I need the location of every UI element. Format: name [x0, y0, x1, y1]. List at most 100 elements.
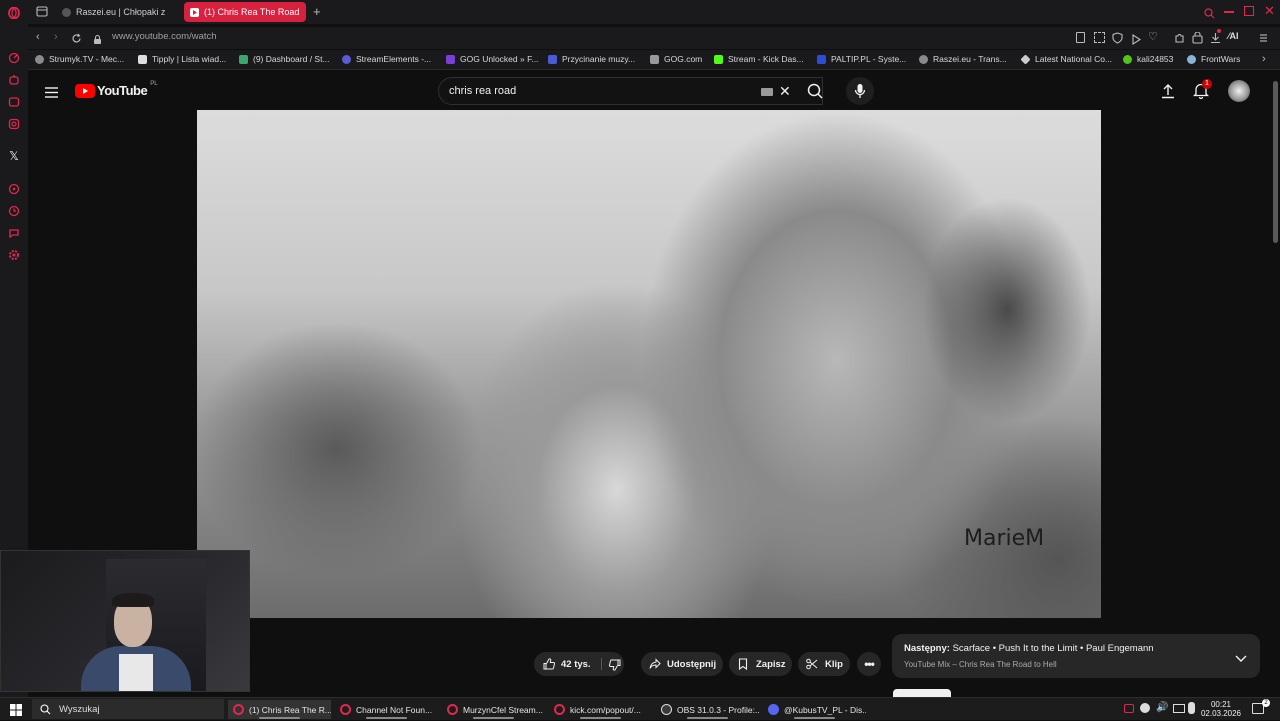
taskbar-item-opera-kick[interactable]: kick.com/popout/...	[549, 700, 652, 719]
save-button[interactable]: Zapisz	[729, 652, 792, 676]
easy-setup-icon[interactable]	[1258, 31, 1269, 49]
extensions-icon[interactable]	[1174, 31, 1185, 49]
aria-icon[interactable]	[7, 73, 21, 87]
minimize-icon[interactable]	[1224, 11, 1234, 13]
webcam-person-hair	[112, 593, 154, 607]
discord-icon	[768, 704, 779, 715]
bookmark-item[interactable]: PALTIP.PL - Syste...	[817, 54, 906, 64]
notifications-bell-icon[interactable]: 1	[1192, 79, 1212, 104]
bookmark-item[interactable]: Stream - Kick Das...	[714, 54, 804, 64]
reload-icon[interactable]	[71, 31, 82, 49]
windows-start-icon[interactable]	[10, 703, 22, 721]
chat-icon[interactable]	[7, 226, 21, 240]
speed-dial-icon[interactable]	[7, 51, 21, 65]
bookmarks-bar: Strumyk.TV - Mec... Tipply | Lista wiad.…	[28, 50, 1280, 70]
video-player[interactable]: MarieM	[197, 110, 1101, 618]
lock-icon	[93, 32, 102, 50]
wallet-icon[interactable]	[1192, 31, 1203, 49]
bookmark-item[interactable]: GOG Unlocked » F...	[446, 54, 538, 64]
bookmark-favicon-icon	[650, 54, 659, 64]
microphone-tray-icon[interactable]	[1188, 702, 1195, 714]
history-icon[interactable]	[7, 204, 21, 218]
player-play-icon[interactable]	[1131, 32, 1142, 50]
taskbar-search-field[interactable]: Wyszukaj	[32, 699, 224, 719]
volume-icon[interactable]: 🔊	[1156, 702, 1168, 713]
clip-button[interactable]: Klip	[798, 652, 850, 676]
keyboard-icon[interactable]	[761, 88, 773, 96]
close-window-icon[interactable]: ✕	[1264, 3, 1275, 19]
bookmark-item[interactable]: FrontWars	[1187, 54, 1240, 64]
tray-opera-icon[interactable]	[1124, 704, 1134, 713]
tray-obs-icon[interactable]	[1140, 703, 1150, 713]
tab-raszei[interactable]: Raszei.eu | Chłopaki z	[56, 2, 178, 22]
scrollbar-thumb[interactable]	[1273, 81, 1278, 243]
clock[interactable]: 00:21 02.03.2026	[1200, 700, 1242, 718]
bookmark-favicon-icon	[446, 54, 455, 64]
tab-youtube-active[interactable]: (1) Chris Rea The Road	[184, 2, 306, 22]
save-bookmark-icon	[737, 658, 749, 670]
notification-badge: 1	[1202, 79, 1212, 89]
bookmark-item[interactable]: GOG.com	[650, 54, 702, 64]
bookmark-favicon-icon	[239, 54, 248, 64]
maximize-icon[interactable]	[1244, 6, 1254, 16]
download-badge	[1217, 29, 1221, 33]
avatar[interactable]	[1228, 80, 1250, 102]
bookmark-item[interactable]: Tipply | Lista wiad...	[138, 54, 226, 64]
settings-gear-icon[interactable]	[7, 248, 21, 262]
notification-center-badge: 2	[1262, 699, 1270, 707]
partial-chip[interactable]	[893, 689, 951, 697]
bookmark-item[interactable]: (9) Dashboard / St...	[239, 54, 330, 64]
x-twitter-icon[interactable]: 𝕏	[7, 149, 21, 163]
chevron-down-icon[interactable]	[1235, 650, 1247, 668]
clock-date: 02.03.2026	[1200, 709, 1242, 718]
player-icon[interactable]	[7, 182, 21, 196]
instagram-icon[interactable]	[7, 117, 21, 131]
taskbar-item-opera-youtube[interactable]: (1) Chris Rea The R...	[228, 700, 331, 719]
bookmark-favicon-icon	[817, 54, 826, 64]
taskbar-item-discord[interactable]: @KubusTV_PL - Dis...	[763, 700, 866, 719]
bookmark-favicon-icon	[1187, 54, 1196, 64]
taskbar-item-opera-channel[interactable]: Channel Not Foun...	[335, 700, 438, 719]
new-tab-plus-icon[interactable]: +	[313, 4, 321, 19]
opera-logo-icon[interactable]	[7, 6, 21, 20]
opera-icon	[340, 704, 351, 715]
bookmarks-overflow-icon[interactable]: ›	[1262, 53, 1266, 65]
forward-icon[interactable]: ›	[54, 31, 58, 43]
bookmark-item[interactable]: Strumyk.TV - Mec...	[35, 54, 124, 64]
clear-search-icon[interactable]: ✕	[779, 83, 791, 100]
ai-icon[interactable]: ⁄AI	[1228, 31, 1239, 41]
vpn-shield-icon[interactable]	[1112, 31, 1123, 49]
taskbar-item-obs[interactable]: OBS 31.0.3 - Profile:...	[656, 700, 759, 719]
bookmark-item[interactable]: Raszei.eu - Trans...	[919, 54, 1007, 64]
bookmark-item[interactable]: Latest National Co...	[1020, 53, 1112, 65]
network-icon[interactable]	[1173, 704, 1185, 713]
favorites-heart-icon[interactable]: ♡	[1148, 30, 1158, 43]
voice-search-button[interactable]	[846, 77, 874, 105]
bookmark-item[interactable]: Przycinanie muzy...	[548, 54, 635, 64]
opera-icon	[447, 704, 458, 715]
search-button[interactable]	[796, 77, 834, 105]
opera-icon	[233, 704, 244, 715]
hamburger-menu-icon[interactable]	[45, 85, 58, 103]
youtube-header: YouTube PL chris rea road ✕ 1	[28, 71, 1272, 111]
tab-label: (1) Chris Rea The Road	[204, 7, 300, 17]
taskbar-item-opera-murzyn[interactable]: MurzynCfel Stream...	[442, 700, 545, 719]
workspaces-icon[interactable]	[36, 6, 48, 17]
back-icon[interactable]: ‹	[36, 31, 40, 43]
page-scrollbar[interactable]	[1272, 71, 1280, 697]
youtube-logo-text: YouTube	[97, 83, 148, 98]
bookmark-page-icon[interactable]	[1076, 32, 1085, 43]
bookmark-item[interactable]: StreamElements -...	[342, 54, 431, 64]
url-field[interactable]: www.youtube.com/watch	[112, 31, 217, 42]
share-button[interactable]: Udostępnij	[641, 652, 723, 676]
next-up-card[interactable]: Następny: Scarface • Push It to the Limi…	[892, 634, 1260, 678]
snapshot-icon[interactable]	[1094, 32, 1105, 43]
download-icon[interactable]	[1210, 29, 1221, 49]
more-actions-button[interactable]: •••	[857, 652, 881, 676]
bookmark-item[interactable]: kali24853	[1123, 54, 1173, 64]
search-tabs-icon[interactable]	[1204, 6, 1215, 24]
upload-icon[interactable]	[1161, 83, 1175, 104]
search-input[interactable]: chris rea road ✕	[438, 77, 823, 105]
youtube-logo[interactable]: YouTube PL	[75, 81, 158, 98]
messenger-icon[interactable]	[7, 95, 21, 109]
